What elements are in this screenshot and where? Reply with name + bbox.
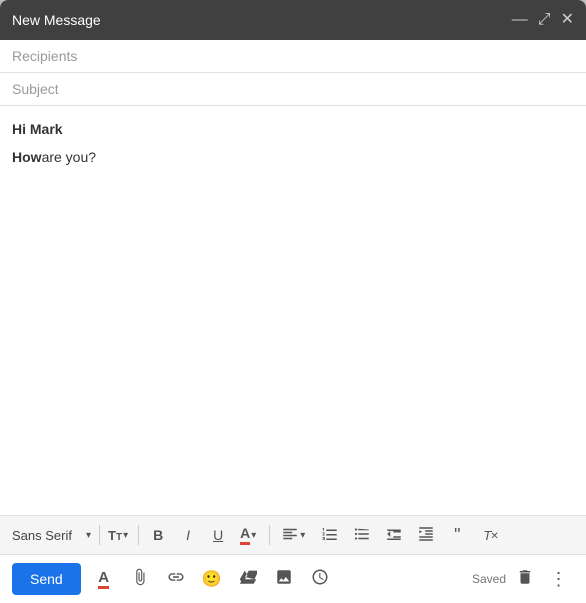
body-rest-text: are you? [42,146,96,168]
blockquote-button[interactable]: " [444,522,470,548]
font-size-icon: TT [108,528,122,543]
send-button[interactable]: Send [12,563,81,595]
blockquote-icon: " [454,526,460,544]
font-color-icon: A [240,525,250,545]
compose-window: New Message — ⤢ ✕ Hi Mark How are you? S… [0,0,586,603]
divider-3 [269,525,270,545]
remove-formatting-icon: T✕ [483,528,491,543]
numbered-list-button[interactable] [316,522,344,548]
schedule-button[interactable] [305,564,335,594]
attach-icon [131,568,149,591]
right-action-icons: Saved ⋮ [472,564,574,594]
photo-icon [275,568,293,591]
align-button[interactable]: ▾ [276,522,312,548]
saved-label: Saved [472,572,506,586]
more-options-icon: ⋮ [550,569,569,590]
more-options-button[interactable]: ⋮ [544,564,574,594]
subject-row [0,73,586,106]
body-bold-word: How [12,146,42,168]
body-line1: How are you? [12,146,574,168]
remove-formatting-button[interactable]: T✕ [474,522,500,548]
expand-button[interactable]: ⤢ [538,12,551,28]
decrease-indent-button[interactable] [380,522,408,548]
bulleted-list-icon [353,525,371,546]
font-color-arrow: ▾ [251,530,256,541]
increase-indent-button[interactable] [412,522,440,548]
close-button[interactable]: ✕ [561,12,574,28]
font-family-select[interactable]: Sans Serif Serif Monospace [8,526,84,545]
window-title: New Message [12,12,101,28]
link-button[interactable] [161,564,191,594]
numbered-list-icon [321,525,339,546]
delete-icon [516,568,534,591]
drive-icon [239,568,257,591]
recipients-input[interactable] [12,48,574,64]
bold-button[interactable]: B [145,522,171,548]
subject-input[interactable] [12,81,574,97]
bulleted-list-button[interactable] [348,522,376,548]
attach-button[interactable] [125,564,155,594]
align-icon [281,525,299,546]
action-bar: Send A 🙂 [0,554,586,603]
title-bar: New Message — ⤢ ✕ [0,0,586,40]
increase-indent-icon [417,525,435,546]
schedule-icon [311,568,329,591]
underline-button[interactable]: U [205,522,231,548]
minimize-button[interactable]: — [512,12,528,28]
font-family-arrow[interactable]: ▾ [86,530,91,541]
format-text-icon: A [98,569,109,589]
format-text-icon-button[interactable]: A [89,564,119,594]
italic-button[interactable]: I [175,522,201,548]
discard-button[interactable] [510,564,540,594]
font-size-arrow: ▾ [123,530,128,541]
emoji-button[interactable]: 🙂 [197,564,227,594]
decrease-indent-icon [385,525,403,546]
message-body[interactable]: Hi Mark How are you? [0,106,586,515]
formatting-toolbar: Sans Serif Serif Monospace ▾ TT ▾ B I U … [0,515,586,554]
divider-2 [138,525,139,545]
font-color-button[interactable]: A ▾ [235,522,263,548]
divider-1 [99,525,100,545]
photo-button[interactable] [269,564,299,594]
font-size-button[interactable]: TT ▾ [106,522,132,548]
align-arrow: ▾ [300,530,305,541]
window-controls: — ⤢ ✕ [512,12,574,28]
recipients-row [0,40,586,73]
emoji-icon: 🙂 [202,569,222,589]
drive-button[interactable] [233,564,263,594]
action-icons: A 🙂 [89,564,464,594]
body-greeting: Hi Mark [12,118,574,140]
link-icon [167,568,185,591]
font-family-group: Sans Serif Serif Monospace ▾ [8,526,93,545]
